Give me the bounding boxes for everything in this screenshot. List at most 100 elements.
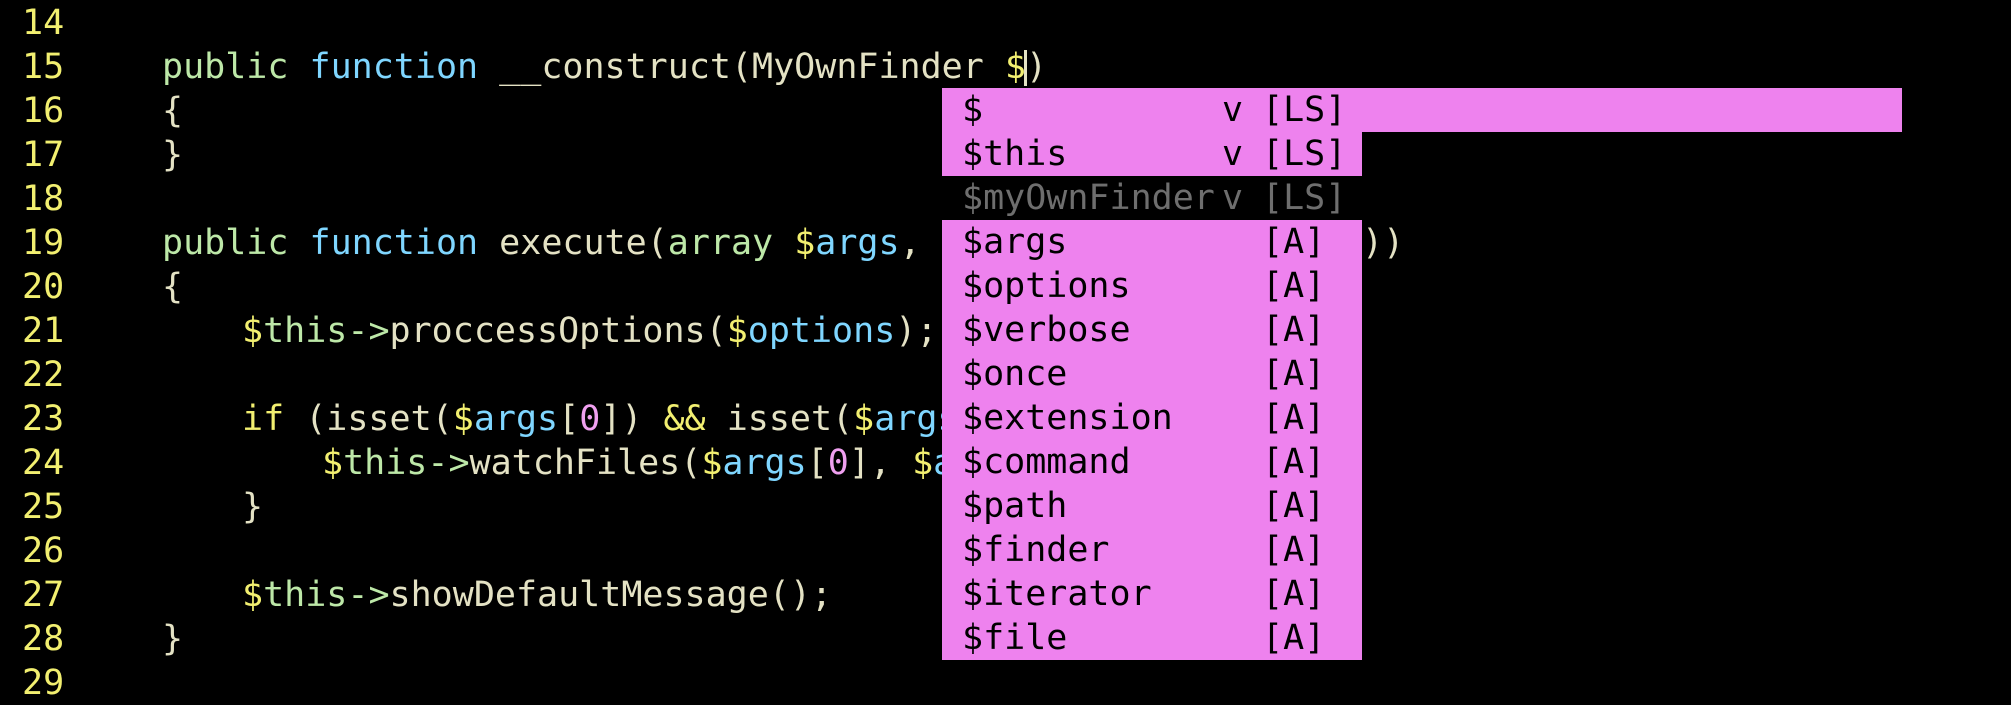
code-token: } xyxy=(162,619,184,659)
completion-item[interactable]: $finder [A] xyxy=(942,528,1362,572)
line-number: 16 xyxy=(22,91,65,131)
code-token: this xyxy=(343,443,428,483)
completion-source: [A] xyxy=(1262,618,1326,658)
line-number: 14 xyxy=(22,3,65,43)
completion-info-text: Codelicia/Name Suggestion xyxy=(1382,134,1909,174)
completion-word: $args xyxy=(962,222,1068,262)
completion-source: [A] xyxy=(1262,398,1326,438)
completion-item[interactable]: $command [A] xyxy=(942,440,1362,484)
completion-item[interactable]: $options [A] xyxy=(942,264,1362,308)
code-text: } xyxy=(162,133,183,177)
completion-word: $iterator xyxy=(962,574,1152,614)
code-token: ( xyxy=(646,223,668,263)
line-number: 21 xyxy=(22,311,65,351)
code-token: ]) xyxy=(600,399,664,439)
line-number: 17 xyxy=(22,135,65,175)
completion-kind: v xyxy=(1222,178,1244,218)
completion-source: [LS] xyxy=(1262,90,1347,130)
completion-source: [LS] xyxy=(1262,134,1347,174)
completion-word: $file xyxy=(962,618,1068,658)
code-token: public xyxy=(162,223,310,263)
code-text: { xyxy=(162,89,183,133)
completion-item[interactable]: $iterator [A] xyxy=(942,572,1362,616)
code-token: (isset( xyxy=(305,399,453,439)
completion-source: [A] xyxy=(1262,222,1326,262)
code-token: $ xyxy=(794,223,816,263)
code-text-tail: )) xyxy=(1362,221,1404,265)
code-token: $ xyxy=(853,399,875,439)
completion-word: $options xyxy=(962,266,1131,306)
completion-word: $path xyxy=(962,486,1068,526)
code-token: } xyxy=(242,487,264,527)
completion-info-panel: Codelicia/Name Suggestion xyxy=(1362,88,1909,174)
completion-source: [A] xyxy=(1262,266,1326,306)
completion-source: [A] xyxy=(1262,354,1326,394)
completion-item[interactable]: $verbose [A] xyxy=(942,308,1362,352)
code-text: $this->proccessOptions($options); xyxy=(242,309,937,353)
code-token: [ xyxy=(806,443,828,483)
code-text: public function __construct(MyOwnFinder … xyxy=(162,45,1047,89)
code-token: $ xyxy=(912,443,934,483)
line-number: 29 xyxy=(22,663,65,703)
code-token: showDefaultMessage xyxy=(389,575,769,615)
line-number: 24 xyxy=(22,443,65,483)
completion-word: $extension xyxy=(962,398,1173,438)
code-token: public xyxy=(162,47,310,87)
code-token: this xyxy=(263,575,348,615)
completion-item[interactable]: $path [A] xyxy=(942,484,1362,528)
code-text: $this->watchFiles($args[0], $ar xyxy=(322,441,975,485)
completion-word: $this xyxy=(962,134,1068,174)
completion-item[interactable]: $args [A] xyxy=(942,220,1362,264)
code-token: [ xyxy=(558,399,580,439)
code-token: 0 xyxy=(827,443,849,483)
code-token: $ xyxy=(322,443,344,483)
code-token: ); xyxy=(895,311,938,351)
code-token: -> xyxy=(427,443,470,483)
completion-item[interactable]: $ v [LS] xyxy=(942,88,1362,132)
code-token: __construct xyxy=(499,47,731,87)
code-line[interactable]: 14 xyxy=(0,1,2011,45)
completion-item[interactable]: $once [A] xyxy=(942,352,1362,396)
completion-source: [A] xyxy=(1262,530,1326,570)
code-text: { xyxy=(162,265,183,309)
code-text: $this->showDefaultMessage(); xyxy=(242,573,832,617)
code-token: (); xyxy=(768,575,833,615)
completion-source: [LS] xyxy=(1262,178,1347,218)
line-number: 28 xyxy=(22,619,65,659)
code-token: )) xyxy=(1362,223,1405,263)
code-token: $ xyxy=(1004,47,1026,87)
code-token: } xyxy=(162,135,184,175)
line-number: 19 xyxy=(22,223,65,263)
code-text: public function execute(array $args, ar xyxy=(162,221,984,265)
completion-source: [A] xyxy=(1262,574,1326,614)
line-number: 20 xyxy=(22,267,65,307)
completion-source: [A] xyxy=(1262,442,1326,482)
code-token: && xyxy=(663,399,727,439)
code-line[interactable]: 15 public function __construct(MyOwnFinde… xyxy=(0,45,2011,89)
code-token: -> xyxy=(347,575,390,615)
completion-kind: v xyxy=(1222,134,1244,174)
completion-item[interactable]: $file [A] xyxy=(942,616,1362,660)
code-token: $ xyxy=(726,311,748,351)
code-token: { xyxy=(162,91,184,131)
completion-item-selected[interactable]: $myOwnFinder v [LS] xyxy=(942,176,1362,220)
code-token: $ xyxy=(452,399,474,439)
code-token: ) xyxy=(1025,47,1048,87)
code-token: proccessOptions xyxy=(389,311,706,351)
code-token: ], xyxy=(848,443,913,483)
code-token: ( xyxy=(705,311,727,351)
code-token: args xyxy=(815,223,900,263)
code-token: (MyOwnFinder xyxy=(730,47,1005,87)
code-token: options xyxy=(747,311,896,351)
code-text: } xyxy=(162,617,183,661)
completion-item[interactable]: $this v [LS] xyxy=(942,132,1362,176)
completion-source: [A] xyxy=(1262,486,1326,526)
completion-item[interactable]: $extension [A] xyxy=(942,396,1362,440)
code-token: -> xyxy=(347,311,390,351)
line-number: 25 xyxy=(22,487,65,527)
code-token: execute xyxy=(499,223,647,263)
code-token: args xyxy=(473,399,559,439)
code-token: watchFiles xyxy=(469,443,681,483)
code-line[interactable]: 29 xyxy=(0,661,2011,705)
code-token: { xyxy=(162,267,184,307)
